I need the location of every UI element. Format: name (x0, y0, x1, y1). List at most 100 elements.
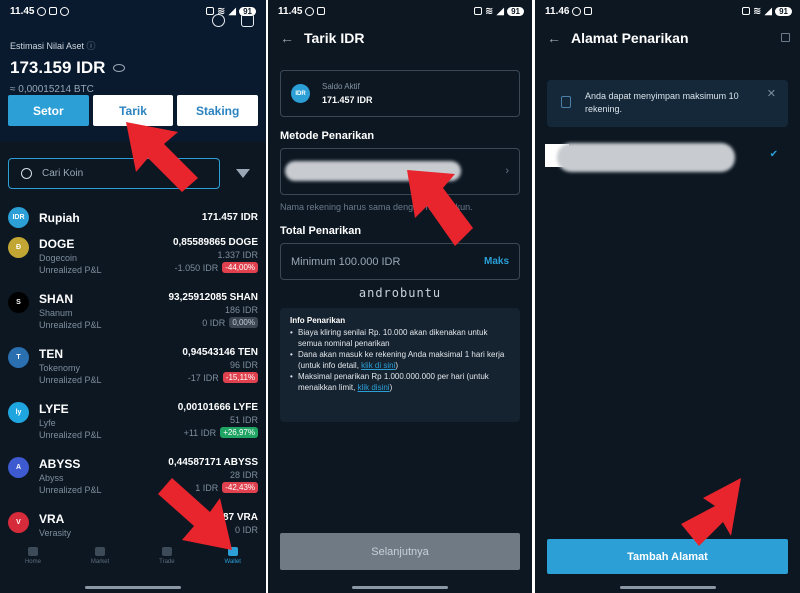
battery-icon: 91 (775, 6, 792, 16)
nav-icon (27, 547, 38, 556)
vibrate-icon (742, 7, 750, 15)
asset-name: LYFE (39, 402, 69, 416)
coin-icon: Ð (8, 237, 29, 258)
asset-fullname: Dogecoin (39, 253, 78, 263)
edit-icon[interactable] (781, 33, 790, 42)
battery-icon: 91 (507, 6, 524, 16)
balance-value: 171.457 IDR (322, 95, 373, 105)
home-indicator (619, 586, 716, 589)
nav-item-wallet[interactable]: Wallet (225, 547, 241, 581)
red-arrow-annotation (126, 122, 198, 192)
pnl-value: 0 IDR (202, 317, 226, 328)
asset-name: ABYSS (39, 457, 81, 471)
asset-row[interactable]: IDR Rupiah 171.457 IDR (0, 201, 266, 234)
balance-label: Saldo Aktif (322, 82, 360, 91)
asset-idr-value: 186 IDR (224, 305, 258, 315)
redacted-account (557, 143, 735, 172)
status-bar: 11.45 ≋ ◢ 91 (268, 0, 532, 22)
asset-idr-value: 96 IDR (229, 360, 258, 370)
pnl-label: Unrealized P&L (39, 485, 102, 495)
pnl-badge: -44,00% (222, 262, 258, 273)
app-icon (584, 7, 593, 15)
asset-amount: 0,00101666 LYFE (177, 402, 258, 413)
nav-item-market[interactable]: Market (91, 547, 109, 581)
coin-icon: A (8, 457, 29, 478)
max-button[interactable]: Maks (484, 256, 509, 267)
sync-icon (572, 6, 582, 16)
page-title: Alamat Penarikan (571, 30, 689, 46)
pnl-badge: +26,97% (220, 427, 258, 438)
address-screen: 11.46 ≋ ◢ 91 ← Alamat Penarikan Anda dap… (535, 0, 800, 593)
vibrate-icon (474, 7, 482, 15)
coin-icon: T (8, 347, 29, 368)
saved-account[interactable]: ✔ (535, 143, 800, 172)
status-time: 11.45 (10, 5, 35, 17)
asset-idr-value: 51 IDR (229, 415, 258, 425)
signal-icon: ◢ (496, 5, 505, 17)
notification-icon (37, 6, 47, 16)
asset-fullname: Tokenomy (39, 363, 81, 373)
account-name-hint: Nama rekening harus sama dengan nama aku… (280, 202, 473, 212)
asset-row[interactable]: T TEN Tokenomy Unrealized P&L 0,94543146 TEN… (0, 344, 266, 399)
header: ← Alamat Penarikan (535, 22, 800, 54)
pnl-value: -1.050 IDR (174, 262, 219, 273)
red-arrow-annotation (158, 478, 232, 550)
add-address-button[interactable]: Tambah Alamat (547, 539, 788, 574)
asset-row[interactable]: S SHAN Shanum Unrealized P&L 93,25912085 SHA… (0, 289, 266, 344)
asset-row[interactable]: Ð DOGE Dogecoin Unrealized P&L 0,85589865 DO… (0, 234, 266, 289)
withdraw-method-select[interactable]: › (280, 148, 520, 195)
asset-row[interactable]: ly LYFE Lyfe Unrealized P&L 0,00101666 LYFE 5… (0, 399, 266, 454)
pnl-badge: -15,11% (222, 372, 258, 383)
asset-amount: 0,85589865 DOGE (172, 237, 258, 248)
coin-icon: S (8, 292, 29, 313)
search-placeholder: Cari Koin (42, 168, 84, 179)
info-item: Maksimal penarikan Rp 1.000.000.000 per … (290, 371, 510, 393)
pnl-badge: 0,00% (229, 317, 258, 328)
close-icon[interactable]: ✕ (767, 88, 776, 101)
home-indicator (352, 586, 448, 589)
sync-icon (60, 6, 70, 16)
pnl-label: Unrealized P&L (39, 430, 102, 440)
method-label: Metode Penarikan (280, 130, 375, 142)
asset-fullname: Abyss (39, 473, 64, 483)
deposit-button[interactable]: Setor (8, 95, 89, 126)
amount-placeholder: Minimum 100.000 IDR (291, 255, 401, 268)
watermark: androbuntu (358, 286, 442, 300)
back-arrow-icon[interactable]: ← (280, 30, 294, 46)
status-time: 11.45 (278, 5, 303, 17)
home-indicator (85, 586, 181, 589)
nav-item-trade[interactable]: Trade (159, 547, 175, 581)
red-arrow-annotation (407, 170, 473, 246)
asset-fullname: Lyfe (39, 418, 56, 428)
notice-banner: Anda dapat menyimpan maksimum 10 rekenin… (547, 80, 788, 127)
info-title: Info Penarikan (290, 316, 346, 325)
withdraw-info: Info Penarikan Biaya kliring senilai Rp.… (280, 308, 520, 422)
coin-icon: IDR (8, 207, 29, 228)
back-arrow-icon[interactable]: ← (547, 30, 561, 46)
filter-icon[interactable] (236, 169, 250, 178)
nav-label: Market (90, 559, 110, 565)
app-icon (317, 7, 326, 15)
pie-chart-icon[interactable] (212, 14, 225, 27)
amount-input[interactable]: Minimum 100.000 IDR Maks (280, 243, 520, 280)
info-item: Dana akan masuk ke rekening Anda maksima… (290, 349, 510, 371)
history-icon[interactable] (241, 14, 254, 27)
nav-icon (95, 547, 106, 556)
pnl-label: Unrealized P&L (39, 375, 102, 385)
info-icon (561, 96, 571, 108)
nav-item-home[interactable]: Home (25, 547, 41, 581)
asset-name: TEN (39, 347, 63, 361)
asset-name: Rupiah (39, 210, 80, 225)
eye-icon[interactable] (113, 64, 126, 72)
coin-icon: ly (8, 402, 29, 423)
status-bar: 11.46 ≋ ◢ 91 (535, 0, 800, 22)
next-button[interactable]: Selanjutnya (280, 533, 520, 570)
asset-amount: 171.457 IDR (201, 212, 258, 223)
assets-screen: 11.45 ≋ ◢ 91 Estimasi Nilai Aset ⓘ 173.1… (0, 0, 266, 593)
info-link[interactable]: klik disini (358, 383, 390, 392)
info-link[interactable]: klik di sini (361, 361, 395, 370)
balance-card: IDR Saldo Aktif 171.457 IDR (280, 70, 520, 117)
red-arrow-annotation (681, 478, 741, 546)
estimate-value: 173.159 IDR (10, 58, 256, 78)
asset-name: DOGE (39, 237, 75, 251)
